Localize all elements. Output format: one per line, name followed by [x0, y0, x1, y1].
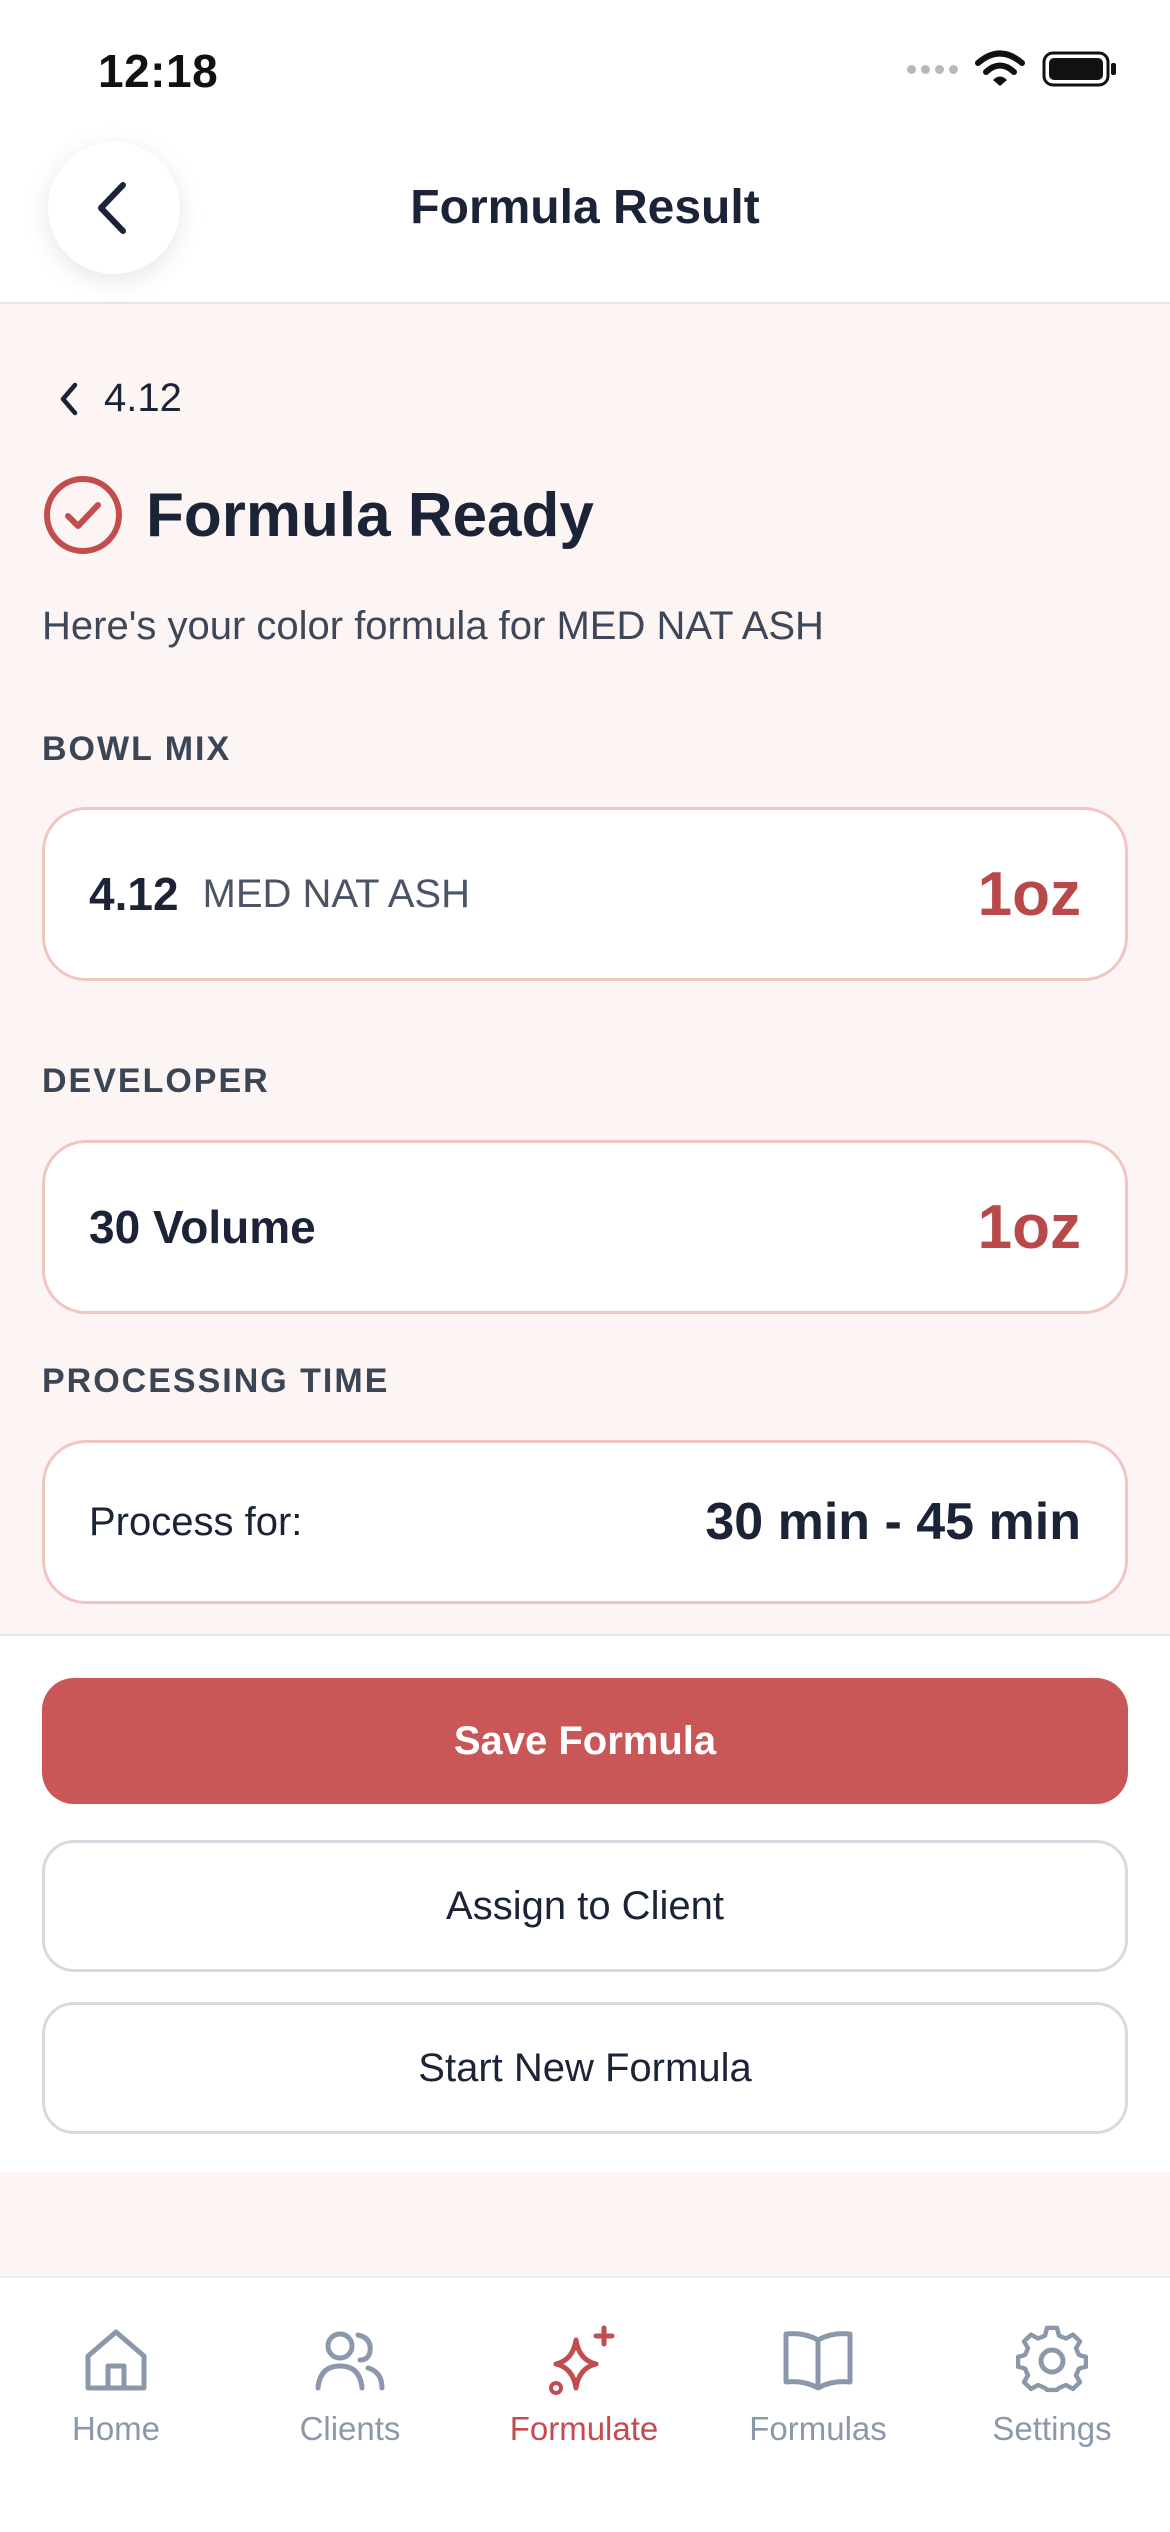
developer-card: 30 Volume 1oz: [42, 1140, 1128, 1314]
developer-amount: 1oz: [977, 1192, 1081, 1262]
tab-label: Clients: [299, 2410, 401, 2447]
tab-home[interactable]: Home: [16, 2324, 216, 2448]
shade-name: MED NAT ASH: [202, 871, 470, 916]
content-footer: [0, 2172, 1170, 2276]
tab-bar: Home Clients Formulate Formulas Settings: [0, 2276, 1170, 2532]
assign-to-client-button[interactable]: Assign to Client: [42, 1840, 1128, 1972]
status-time: 12:18: [98, 45, 219, 97]
status-icons: [907, 50, 1118, 88]
status-bar: 12:18: [0, 0, 1170, 140]
developer-name: 30 Volume: [89, 1201, 316, 1253]
tab-label: Home: [71, 2410, 161, 2447]
book-icon: [783, 2331, 853, 2391]
actions-panel: Save Formula Assign to Client Start New …: [0, 1634, 1170, 2172]
nav-header: Formula Result: [0, 140, 1170, 304]
developer-label: DEVELOPER: [42, 1062, 270, 1100]
processing-card: Process for: 30 min - 45 min: [42, 1440, 1128, 1604]
process-time-value: 30 min - 45 min: [705, 1493, 1081, 1551]
status-heading: Formula Ready: [42, 474, 594, 556]
result-content: 4.12 Formula Ready Here's your color for…: [0, 304, 1170, 1634]
cellular-signal-icon: [907, 64, 958, 74]
shade-code: 4.12: [89, 868, 179, 920]
home-icon: [85, 2329, 147, 2391]
breadcrumb-back[interactable]: 4.12: [56, 376, 182, 421]
save-formula-button[interactable]: Save Formula: [42, 1678, 1128, 1804]
tab-formulas[interactable]: Formulas: [718, 2324, 918, 2448]
tab-label: Formulas: [749, 2410, 887, 2447]
page-title: Formula Result: [410, 181, 760, 234]
tab-settings[interactable]: Settings: [952, 2324, 1152, 2448]
tab-label: Formulate: [509, 2410, 659, 2447]
bowl-mix-label: BOWL MIX: [42, 730, 232, 768]
gear-icon: [1016, 2325, 1088, 2393]
process-for-label: Process for:: [89, 1499, 303, 1544]
result-subtitle: Here's your color formula for MED NAT AS…: [42, 604, 824, 648]
chevron-left-icon: [60, 382, 78, 415]
start-new-formula-button[interactable]: Start New Formula: [42, 2002, 1128, 2134]
battery-icon: [1042, 51, 1116, 87]
processing-time-label: PROCESSING TIME: [42, 1362, 390, 1400]
sparkles-icon: [549, 2325, 615, 2395]
bowl-mix-card: 4.12 MED NAT ASH 1oz: [42, 807, 1128, 981]
bowl-mix-amount: 1oz: [977, 859, 1081, 929]
wifi-icon: [975, 50, 1025, 86]
tab-formulate[interactable]: Formulate: [484, 2324, 684, 2448]
check-circle-icon: [44, 476, 122, 554]
tab-label: Settings: [992, 2410, 1112, 2447]
users-icon: [315, 2331, 385, 2391]
breadcrumb-label: 4.12: [104, 376, 182, 420]
result-title: Formula Ready: [146, 480, 594, 550]
tab-clients[interactable]: Clients: [250, 2324, 450, 2448]
